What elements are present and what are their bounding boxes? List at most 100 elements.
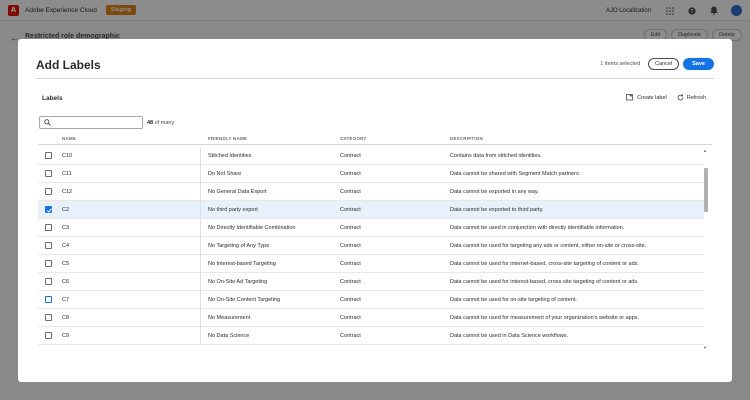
label-friendly-name: No Measurement: [208, 315, 251, 321]
column-divider: [200, 309, 201, 327]
result-count: 48 of many: [147, 120, 175, 126]
label-category: Contract: [340, 333, 361, 339]
column-divider: [200, 147, 201, 165]
table-row[interactable]: C10 Stitched Identities Contract Contains d…: [38, 147, 704, 165]
label-category: Contract: [340, 171, 361, 177]
scroll-down-icon[interactable]: ▼: [703, 345, 707, 350]
scroll-up-icon[interactable]: ▲: [703, 148, 707, 153]
label-category: Contract: [340, 225, 361, 231]
column-header-name[interactable]: NAME: [62, 136, 76, 141]
label-name: C8: [62, 315, 70, 321]
label-description: Data cannot be exported to third party.: [450, 207, 544, 213]
save-button[interactable]: Save: [683, 58, 714, 70]
label-friendly-name: No Directly Identifiable Combination: [208, 225, 296, 231]
add-labels-dialog: Add Labels 1 items selected Cancel Save …: [18, 39, 732, 382]
label-friendly-name: No Interest-based Targeting: [208, 261, 276, 267]
column-divider: [200, 201, 201, 219]
table-row[interactable]: C9 No Data Science Contract Data cannot be …: [38, 327, 704, 345]
create-label-text: Create label: [637, 94, 667, 101]
label-friendly-name: No Data Science: [208, 333, 250, 339]
refresh-text: Refresh: [686, 94, 706, 101]
label-category: Contract: [340, 243, 361, 249]
label-friendly-name: No General Data Export: [208, 189, 267, 195]
label-category: Contract: [340, 153, 361, 159]
label-description: Data cannot be exported in any way.: [450, 189, 539, 195]
label-category: Contract: [340, 261, 361, 267]
table-row[interactable]: C8 No Measurement Contract Data cannot be u…: [38, 309, 704, 327]
dialog-title: Add Labels: [36, 58, 101, 72]
label-description: Data cannot be shared with Segment Match…: [450, 171, 581, 177]
label-friendly-name: No On-Site Ad Targeting: [208, 279, 268, 285]
label-friendly-name: No third party export: [208, 207, 258, 213]
label-description: Data cannot be used for measurement of y…: [450, 315, 640, 321]
refresh-button[interactable]: Refresh: [677, 94, 706, 101]
table-row[interactable]: C5 No Interest-based Targeting Contract Dat…: [38, 255, 704, 273]
table-row[interactable]: C2 No third party export Contract Data cann…: [38, 201, 704, 219]
label-friendly-name: Do Not Share: [208, 171, 242, 177]
create-label-icon: [626, 94, 633, 101]
label-description: Data cannot be used for interest-based, …: [450, 279, 639, 285]
label-category: Contract: [340, 207, 361, 213]
row-checkbox[interactable]: [45, 242, 52, 249]
column-divider: [200, 219, 201, 237]
table-row[interactable]: C7 No On-Site Content Targeting Contract Da…: [38, 291, 704, 309]
section-title: Labels: [42, 95, 63, 102]
search-icon: [44, 119, 51, 126]
column-header-description[interactable]: DESCRIPTION: [450, 136, 483, 141]
column-divider: [200, 255, 201, 273]
column-divider: [200, 327, 201, 345]
table-header: NAME FRIENDLY NAME CATEGORY DESCRIPTION: [38, 132, 712, 145]
column-divider: [200, 183, 201, 201]
table-row[interactable]: C3 No Directly Identifiable Combination Co…: [38, 219, 704, 237]
cancel-button[interactable]: Cancel: [648, 58, 680, 70]
label-description: Data cannot be used in conjunction with …: [450, 225, 625, 231]
row-checkbox[interactable]: [45, 278, 52, 285]
label-description: Contains data from stitched identities.: [450, 153, 542, 159]
row-checkbox[interactable]: [45, 170, 52, 177]
label-category: Contract: [340, 315, 361, 321]
create-label-button[interactable]: Create label: [626, 94, 667, 101]
table-row[interactable]: C4 No Targeting of Any Type Contract Data c…: [38, 237, 704, 255]
table-row[interactable]: C12 No General Data Export Contract Data ca…: [38, 183, 704, 201]
label-name: C7: [62, 297, 70, 303]
row-checkbox[interactable]: [45, 332, 52, 339]
table-row[interactable]: C11 Do Not Share Contract Data cannot be sh…: [38, 165, 704, 183]
label-name: C5: [62, 261, 70, 267]
label-category: Contract: [340, 279, 361, 285]
label-name: C9: [62, 333, 70, 339]
label-name: C11: [62, 171, 72, 177]
row-checkbox[interactable]: [45, 224, 52, 231]
row-checkbox[interactable]: [45, 152, 52, 159]
label-name: C10: [62, 153, 73, 159]
label-friendly-name: No Targeting of Any Type: [208, 243, 270, 249]
column-header-friendly-name[interactable]: FRIENDLY NAME: [208, 136, 247, 141]
label-category: Contract: [340, 189, 361, 195]
header-divider: [36, 78, 714, 79]
refresh-icon: [677, 94, 684, 101]
column-header-category[interactable]: CATEGORY: [340, 136, 367, 141]
labels-table: C10 Stitched Identities Contract Contains d…: [38, 147, 712, 350]
label-description: Data cannot be used for internet-based, …: [450, 261, 639, 267]
row-checkbox[interactable]: [45, 260, 52, 267]
row-checkbox[interactable]: [45, 188, 52, 195]
search-input[interactable]: [39, 116, 143, 129]
label-description: Data cannot be used for targeting any ad…: [450, 243, 647, 249]
column-divider: [200, 165, 201, 183]
label-name: C2: [62, 207, 70, 213]
label-friendly-name: Stitched Identities: [208, 153, 252, 159]
scrollbar-thumb[interactable]: [704, 168, 708, 212]
table-scrollbar[interactable]: ▲ ▼: [702, 147, 710, 350]
column-divider: [200, 291, 201, 309]
label-description: Data cannot be used for on-site targetin…: [450, 297, 577, 303]
label-description: Data cannot be used in Data Science work…: [450, 333, 569, 339]
row-checkbox[interactable]: [45, 206, 52, 213]
label-name: C3: [62, 225, 70, 231]
selected-count: 1 items selected: [600, 61, 641, 67]
column-divider: [200, 273, 201, 291]
table-row[interactable]: C6 No On-Site Ad Targeting Contract Data ca…: [38, 273, 704, 291]
label-name: C12: [62, 189, 73, 195]
label-friendly-name: No On-Site Content Targeting: [208, 297, 281, 303]
row-checkbox[interactable]: [45, 296, 52, 303]
column-divider: [200, 237, 201, 255]
row-checkbox[interactable]: [45, 314, 52, 321]
